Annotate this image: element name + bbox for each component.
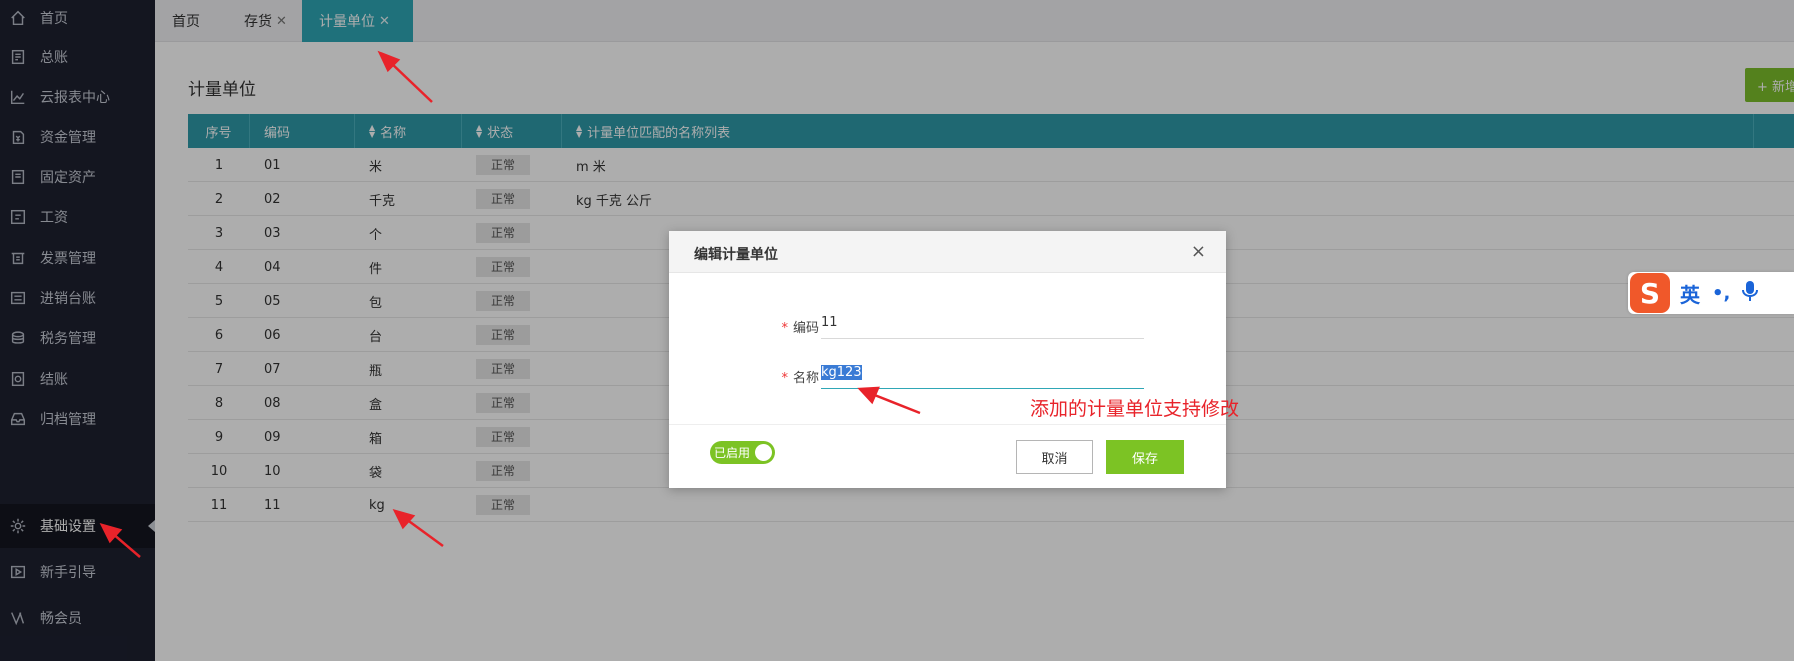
annotation-arrows — [99, 50, 921, 558]
